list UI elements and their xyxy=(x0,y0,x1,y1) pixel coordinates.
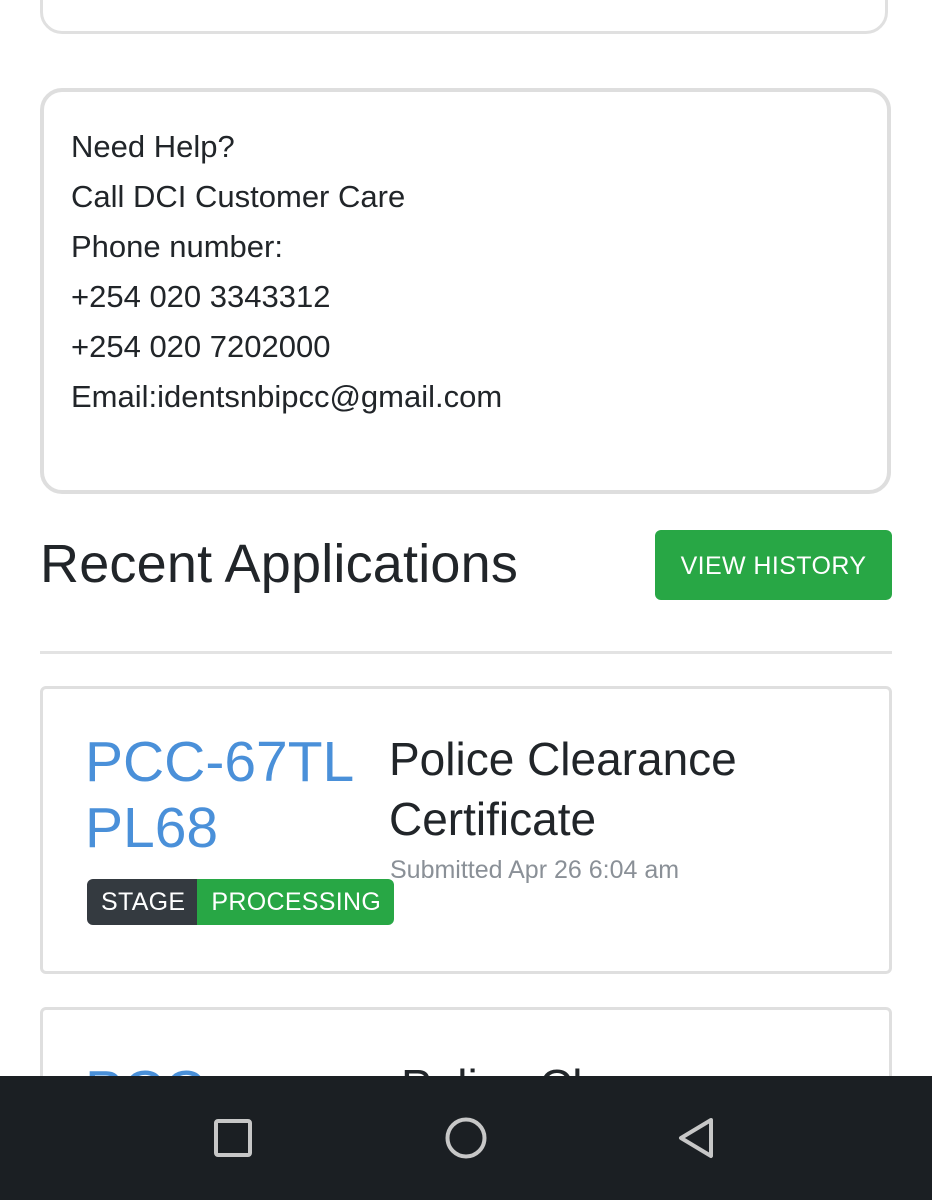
help-card: Need Help? Call DCI Customer Care Phone … xyxy=(40,88,891,494)
help-heading: Need Help? xyxy=(71,129,235,164)
application-id-link[interactable]: PCC-67TLPL68 xyxy=(85,729,375,861)
stage-badge-value: PROCESSING xyxy=(197,879,395,925)
previous-card xyxy=(40,0,888,34)
application-title: Police Clearance Certificate xyxy=(389,733,737,845)
recent-applications-header: Recent Applications VIEW HISTORY xyxy=(40,528,892,604)
help-email[interactable]: Email:identsnbipcc@gmail.com xyxy=(71,372,887,422)
back-icon xyxy=(679,1118,713,1158)
help-phone-2[interactable]: +254 020 7202000 xyxy=(71,322,887,372)
section-title: Recent Applications xyxy=(40,534,519,594)
home-button[interactable] xyxy=(416,1076,516,1200)
application-submitted-date: Submitted Apr 26 6:04 am xyxy=(390,856,680,884)
stage-badge: STAGE PROCESSING xyxy=(87,879,395,925)
help-phone-label: Phone number: xyxy=(71,229,283,264)
recent-apps-button[interactable] xyxy=(183,1076,283,1200)
app-screen: Need Help? Call DCI Customer Care Phone … xyxy=(0,0,932,1200)
stage-badge-label: STAGE xyxy=(87,879,198,925)
recent-apps-icon xyxy=(214,1119,252,1157)
help-call-text: Call DCI Customer Care xyxy=(71,179,406,214)
back-button[interactable] xyxy=(646,1076,746,1200)
help-phone-1[interactable]: +254 020 3343312 xyxy=(71,272,887,322)
divider xyxy=(40,651,892,654)
system-navigation-bar xyxy=(0,1076,932,1200)
view-history-button[interactable]: VIEW HISTORY xyxy=(655,530,892,600)
home-icon xyxy=(445,1117,487,1159)
application-card[interactable]: PCC-67TLPL68 Police Clearance Certificat… xyxy=(40,686,892,974)
